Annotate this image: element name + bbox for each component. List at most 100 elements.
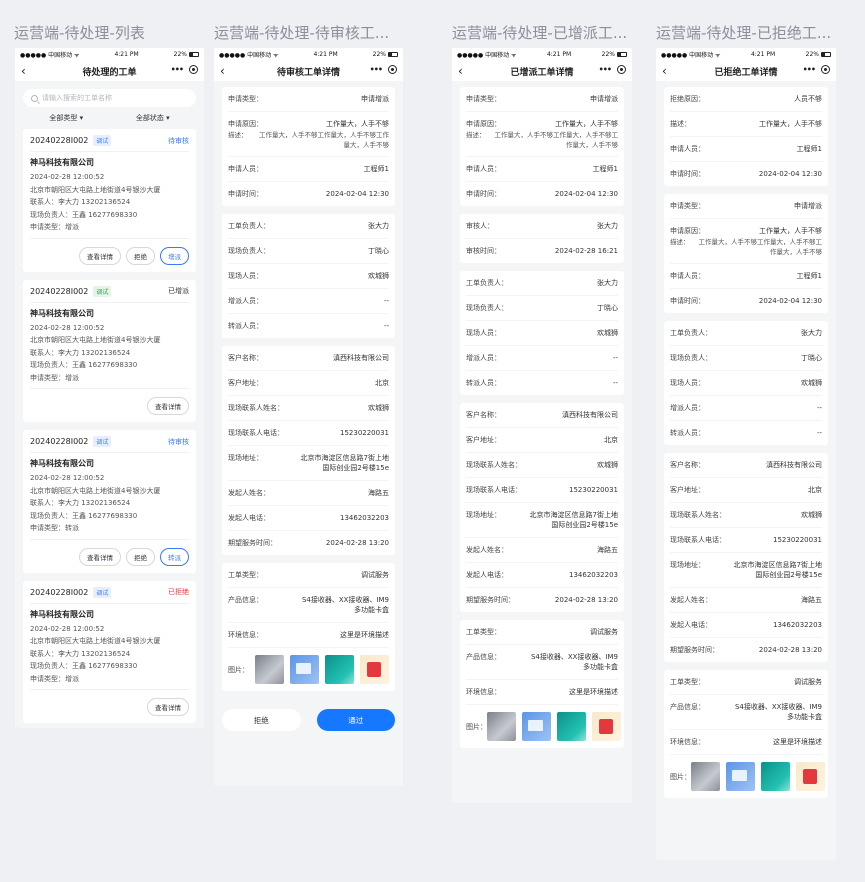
info-row: 现场联系人姓名： 欢城狮 <box>466 453 618 478</box>
reject-button[interactable]: 拒绝 <box>126 547 155 566</box>
order-card[interactable]: 20240228I002 调试 待审核 神马科技有限公司 2024-02-28 12:0… <box>23 129 196 272</box>
assign-button[interactable]: 转派 <box>160 547 189 566</box>
record-icon[interactable] <box>617 65 626 74</box>
image-thumbnail[interactable] <box>761 762 790 791</box>
description-row: 描述： 工作量大，人手不够工作量大，人手不够工作量大，人手不够 <box>228 131 389 157</box>
chevron-left-icon[interactable]: ‹ <box>662 64 667 78</box>
image-thumbnail[interactable] <box>360 655 389 684</box>
image-thumbnail[interactable] <box>325 655 354 684</box>
info-row: 申请人员： 工程师1 <box>228 157 389 182</box>
more-dots-icon[interactable]: ••• <box>599 65 612 74</box>
assign-button[interactable]: 增派 <box>160 246 189 265</box>
view-detail-button[interactable]: 查看详情 <box>147 698 189 716</box>
record-icon[interactable] <box>821 65 830 74</box>
info-row: 期望服务时间： 2024-02-28 13:20 <box>228 531 389 555</box>
image-thumbnail[interactable] <box>592 712 621 741</box>
filter-status-dropdown[interactable]: 全部状态 ▾ <box>136 113 170 123</box>
filter-bar: 全部类型 ▾ 全部状态 ▾ <box>23 107 196 129</box>
info-value: 欢城狮 <box>597 329 618 337</box>
record-icon[interactable] <box>388 65 397 74</box>
image-thumbnail[interactable] <box>255 655 284 684</box>
record-icon[interactable] <box>189 65 198 74</box>
images-row: 图片： <box>670 755 825 798</box>
battery-icon <box>387 52 398 57</box>
carrier: ●●●●● 中国移动 ᯤ <box>457 52 517 59</box>
info-value: 张大力 <box>368 222 389 230</box>
order-card[interactable]: 20240228I002 调试 已拒绝 神马科技有限公司 2024-02-28 12:0… <box>23 580 196 723</box>
images-row: 图片： <box>466 705 621 748</box>
customer-section: 客户名称： 滇西科技有限公司 客户地址： 北京 现场联系人姓名： 欢城狮 现场联系人电话： 1… <box>460 403 624 612</box>
approve-button[interactable]: 通过 <box>316 709 395 731</box>
reject-button[interactable]: 拒绝 <box>222 709 301 731</box>
chevron-left-icon[interactable]: ‹ <box>220 64 225 78</box>
mini-capsule[interactable]: ••• <box>171 65 198 74</box>
carrier: ●●●●● 中国移动 ᯤ <box>20 52 80 59</box>
search-input[interactable]: 请输入搜索的工单名称 <box>23 89 196 107</box>
chevron-left-icon[interactable]: ‹ <box>21 64 26 78</box>
reject-button[interactable]: 拒绝 <box>126 246 155 265</box>
order-leader: 现场负责人：王鑫 16277698330 <box>30 210 138 219</box>
info-value: 2024-02-04 12:30 <box>758 170 822 178</box>
info-value: 13462032203 <box>340 514 389 522</box>
order-number: 20240228I002 调试 <box>30 285 112 297</box>
order-info-section: 工单类型： 调试服务 产品信息： S4接收器、XX接收器、IM9多功能卡盒 环境信息： 这… <box>664 670 828 798</box>
more-dots-icon[interactable]: ••• <box>370 65 383 74</box>
image-thumbnail[interactable] <box>522 712 551 741</box>
phone-pending-screen: ●●●●● 中国移动 ᯤ 4:21 PM 22% ‹ 待审核工单详情 ••• 申… <box>214 48 403 786</box>
filter-type-dropdown[interactable]: 全部类型 ▾ <box>49 113 83 123</box>
info-label: 现场联系人姓名： <box>670 511 726 519</box>
more-dots-icon[interactable]: ••• <box>171 65 184 74</box>
info-value: 申请增派 <box>361 95 389 103</box>
image-thumbnail[interactable] <box>487 712 516 741</box>
view-detail-button[interactable]: 查看详情 <box>79 246 121 265</box>
image-thumbnail[interactable] <box>691 762 720 791</box>
order-number-text: 20240228I002 <box>30 587 89 597</box>
order-card-header: 20240228I002 调试 已拒绝 <box>30 586 189 604</box>
view-detail-button[interactable]: 查看详情 <box>79 547 121 566</box>
image-thumbnail[interactable] <box>557 712 586 741</box>
mini-capsule[interactable]: ••• <box>370 65 397 74</box>
view-detail-button[interactable]: 查看详情 <box>147 397 189 415</box>
info-value: 丁晓心 <box>597 304 618 312</box>
info-value: 工程师1 <box>796 272 822 280</box>
battery-icon <box>616 52 627 57</box>
info-row: 现场负责人： 丁晓心 <box>670 346 822 371</box>
info-label: 发起人电话： <box>466 571 508 579</box>
image-thumbnails <box>487 712 621 741</box>
status-badge: 待审核 <box>168 437 189 446</box>
staff-section: 工单负责人： 张大力 现场负责人： 丁晓心 现场人员： 欢城狮 增派人员： -- 转派人员： -- <box>664 321 828 445</box>
mini-capsule[interactable]: ••• <box>803 65 830 74</box>
apply-section: 申请类型： 申请增派 申请原因： 工作量大，人手不够 描述： 工作量大，人手不够工作量大，… <box>222 87 395 206</box>
battery: 22% <box>806 51 831 58</box>
info-label: 图片： <box>670 772 691 781</box>
order-card[interactable]: 20240228I002 调试 待审核 神马科技有限公司 2024-02-28 12:0… <box>23 430 196 573</box>
image-thumbnail[interactable] <box>726 762 755 791</box>
info-row: 客户地址： 北京 <box>670 478 822 503</box>
info-row: 转派人员： -- <box>670 421 822 445</box>
info-row: 转派人员： -- <box>466 371 618 395</box>
mini-capsule[interactable]: ••• <box>599 65 626 74</box>
order-card[interactable]: 20240228I002 调试 已增派 神马科技有限公司 2024-02-28 12:0… <box>23 279 196 422</box>
image-thumbnail[interactable] <box>290 655 319 684</box>
info-value: 2024-02-28 13:20 <box>554 596 618 604</box>
info-label: 申请类型： <box>228 95 263 103</box>
more-dots-icon[interactable]: ••• <box>803 65 816 74</box>
status-bar: ●●●●● 中国移动 ᯤ 4:21 PM 22% <box>214 48 403 61</box>
info-value: 2024-02-28 13:20 <box>758 646 822 654</box>
image-thumbnail[interactable] <box>796 762 825 791</box>
info-value: 北京 <box>808 486 822 494</box>
info-row: 现场人员： 欢城狮 <box>228 264 389 289</box>
info-row: 申请人员： 工程师1 <box>670 137 822 162</box>
column-title-pending: 运营端-待处理-待审核工... <box>214 24 390 42</box>
info-row: 现场地址： 北京市海淀区信息路7街上地国际创业园2号楼15e <box>228 446 389 481</box>
info-row: 现场人员： 欢城狮 <box>466 321 618 346</box>
info-label: 申请时间： <box>228 190 263 198</box>
info-label: 审核时间： <box>466 247 501 255</box>
info-row: 申请时间： 2024-02-04 12:30 <box>466 182 618 206</box>
info-value: 工程师1 <box>363 165 389 173</box>
info-row: 发起人电话： 13462032203 <box>228 506 389 531</box>
info-label: 环境信息： <box>670 738 705 746</box>
chevron-left-icon[interactable]: ‹ <box>458 64 463 78</box>
info-value: 申请增派 <box>590 95 618 103</box>
info-value: 2024-02-04 12:30 <box>325 190 389 198</box>
